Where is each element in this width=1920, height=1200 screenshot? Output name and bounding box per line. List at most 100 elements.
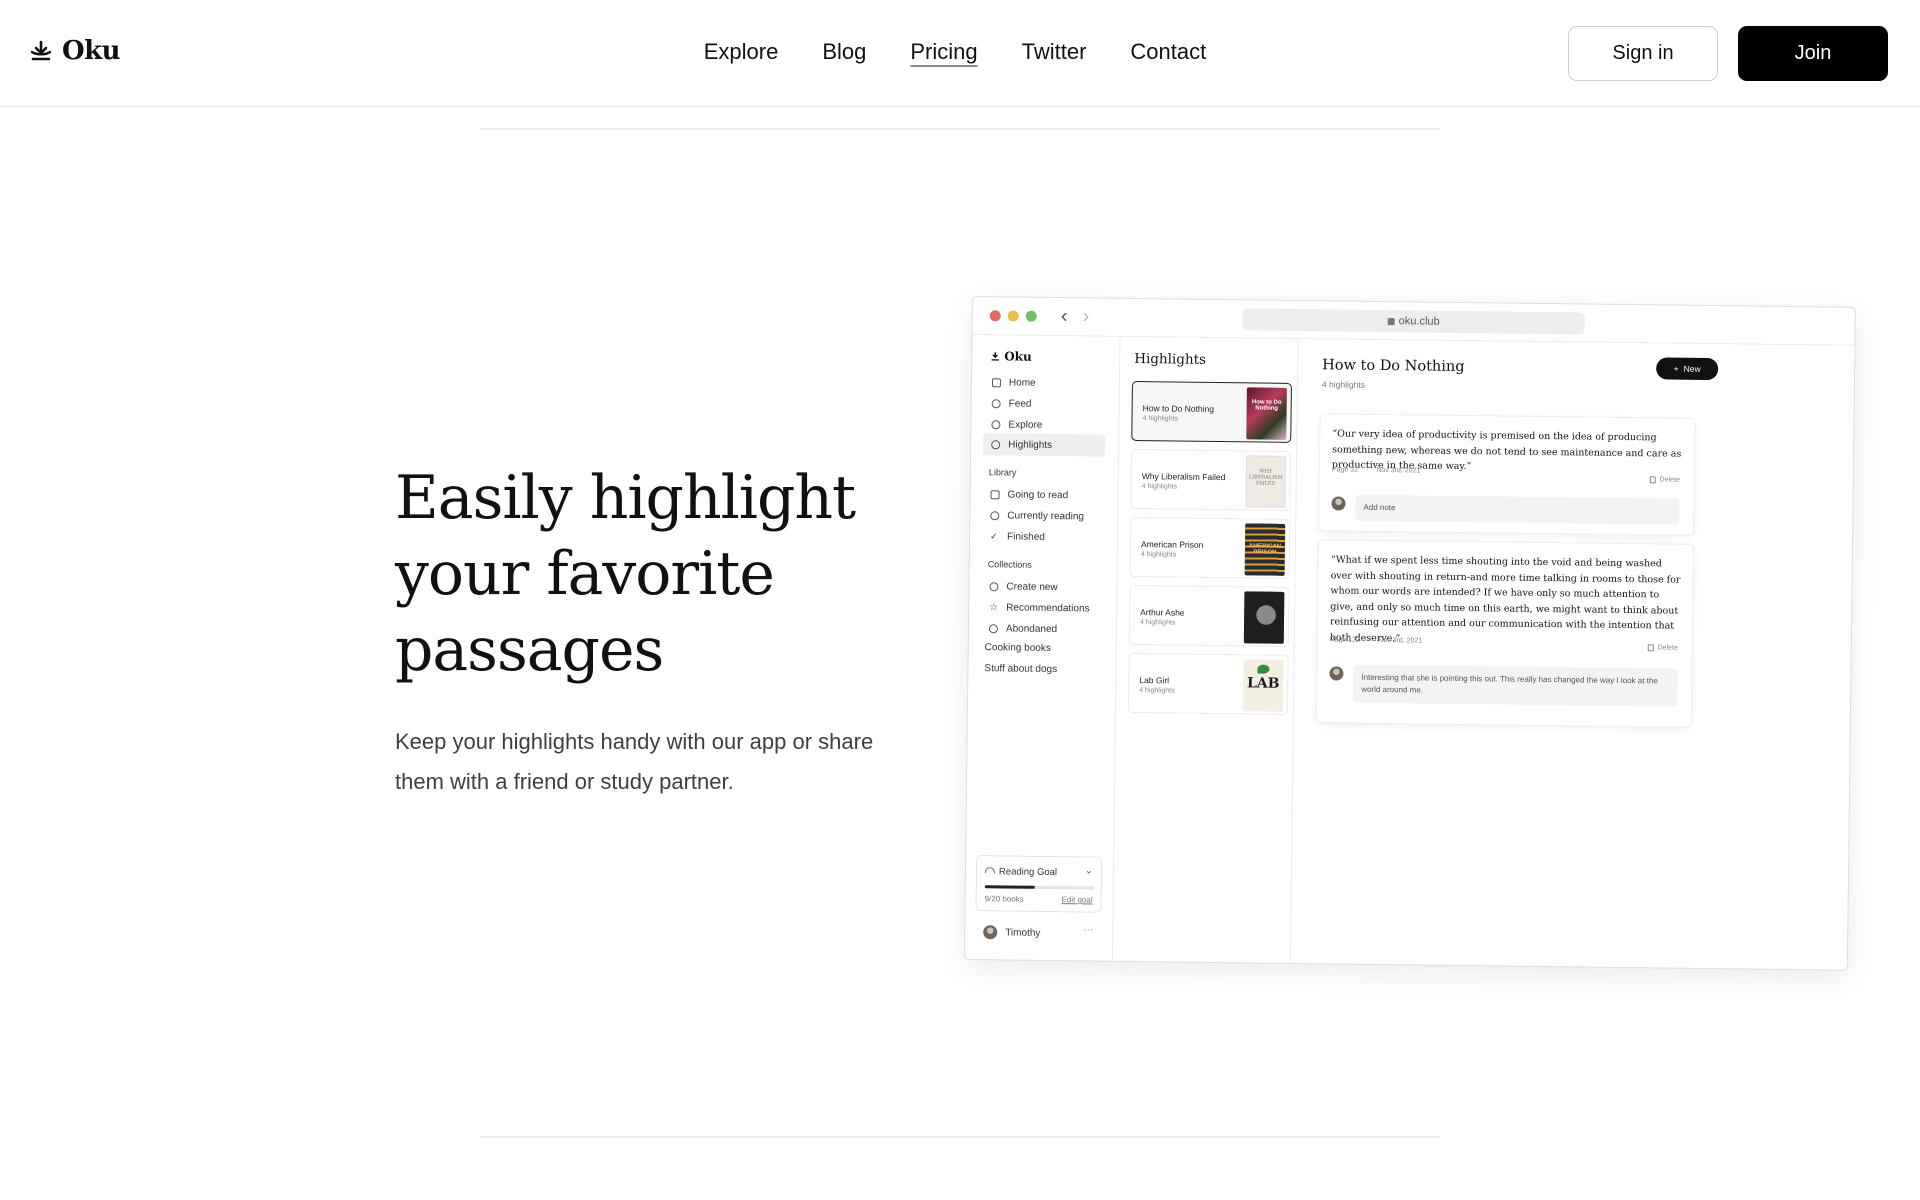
mock-nav-label: Explore: [1008, 418, 1043, 431]
mock-book-card: Why Liberalism Failed 4 highlights WHY L…: [1130, 448, 1292, 511]
mock-book-card: Arthur Ashe 4 highlights: [1128, 584, 1290, 647]
address-bar: oku.club: [1242, 308, 1585, 335]
nav-contact-link[interactable]: Contact: [1130, 38, 1206, 66]
bookmark-icon: [990, 489, 1000, 499]
book-cover-text: LAB: [1246, 675, 1280, 692]
book-title: How to Do Nothing: [1142, 403, 1215, 414]
mock-detail-title: How to Do Nothing: [1322, 357, 1465, 376]
nav-blog-link[interactable]: Blog: [822, 38, 866, 66]
mock-nav-label: Currently reading: [1007, 509, 1085, 522]
window-maximize-dot: [1025, 310, 1037, 322]
delete-label: Delete: [1657, 644, 1678, 652]
book-cover-text: AMERICAN PRISON: [1248, 543, 1282, 556]
mock-nav-label: Create new: [1006, 580, 1058, 593]
highlight-page: Page 122: [1329, 636, 1360, 644]
mock-collection-abondaned: Abondaned: [981, 617, 1103, 640]
star-icon: ☆: [989, 601, 999, 613]
mock-library-going-to-read: Going to read: [982, 483, 1104, 506]
mock-collection-recommendations: ☆ Recommendations: [981, 596, 1103, 619]
mock-book-card: Lab Girl 4 highlights LAB: [1127, 652, 1289, 715]
sun-icon: [991, 398, 1001, 408]
hero-title: Easily highlight your favorite passages: [395, 463, 856, 685]
highlight-note: Interesting that she is pointing this ou…: [1353, 664, 1678, 707]
check-icon: ✓: [990, 530, 998, 541]
mock-nav-label: Recommendations: [1006, 601, 1090, 614]
meta-separator: ·: [1367, 636, 1371, 644]
join-button[interactable]: Join: [1738, 26, 1888, 81]
nav-twitter-link[interactable]: Twitter: [1022, 38, 1087, 66]
back-arrow-icon: ‹: [1060, 305, 1068, 328]
mock-nav-label: Home: [1008, 376, 1036, 389]
reading-goal-progress-fill: [984, 885, 1035, 889]
lock-icon: [1387, 317, 1395, 325]
book-cover: AMERICAN PRISON: [1244, 523, 1286, 576]
forward-arrow-icon: ›: [1082, 305, 1090, 328]
book-highlight-count: 4 highlights: [1140, 551, 1177, 559]
section-divider-top: [480, 128, 1440, 130]
highlight-meta: Page 32 · Nov 3rd, 2021: [1332, 466, 1421, 474]
app-screenshot-mockup: ‹ › oku.club Oku Home Feed Explore Highl…: [963, 296, 1856, 971]
book-cover: How to Do Nothing: [1246, 387, 1287, 440]
highlight-meta: Page 122 · Nov 3rd, 2021: [1330, 636, 1422, 644]
highlight-delete: Delete: [1647, 644, 1678, 652]
mock-book-card: American Prison 4 highlights AMERICAN PR…: [1129, 516, 1291, 579]
gauge-icon: [984, 867, 996, 874]
reading-goal-count: 9/20 books: [984, 894, 1024, 904]
section-divider-bottom: [480, 1136, 1440, 1138]
mock-highlight-card: “What if we spent less time shouting int…: [1315, 539, 1695, 728]
mock-new-label: New: [1683, 363, 1701, 374]
plus-icon: [989, 581, 999, 591]
mock-detail-count: 4 highlights: [1321, 379, 1366, 390]
book-highlight-count: 4 highlights: [1139, 687, 1175, 695]
book-cover-text: How to Do Nothing: [1251, 399, 1282, 412]
mock-brand-name: Oku: [1004, 349, 1032, 364]
book-highlight-count: 4 highlights: [1141, 483, 1178, 491]
mock-collections-heading: Collections: [987, 559, 1032, 570]
nav-explore-link[interactable]: Explore: [704, 38, 779, 66]
search-icon: [991, 419, 1001, 429]
user-avatar: [983, 925, 998, 940]
mock-user-name: Timothy: [1005, 926, 1041, 939]
book-cover: LAB: [1242, 659, 1284, 712]
mock-collection-cooking-books: Cooking books: [984, 642, 1051, 654]
mock-logo: Oku: [990, 349, 1032, 364]
mock-user-row: Timothy: [983, 925, 1040, 940]
edit-goal-link: Edit goal: [1061, 895, 1093, 905]
delete-label: Delete: [1659, 476, 1680, 484]
user-avatar: [1331, 496, 1346, 511]
mock-nav-label: Feed: [1008, 397, 1032, 410]
nav-pricing-link[interactable]: Pricing: [910, 38, 977, 66]
mock-nav-feed: Feed: [984, 392, 1106, 415]
highlight-quote: “What if we spent less time shouting int…: [1329, 554, 1681, 644]
reading-goal-label: Reading Goal: [998, 866, 1058, 879]
address-bar-url: oku.club: [1398, 315, 1440, 328]
book-highlight-count: 4 highlights: [1139, 619, 1176, 627]
mock-book-card: How to Do Nothing 4 highlights How to Do…: [1131, 380, 1292, 443]
trash-icon: [1649, 476, 1656, 484]
eye-icon: [990, 510, 1000, 520]
book-title: Lab Girl: [1139, 675, 1170, 686]
highlight-delete: Delete: [1649, 476, 1680, 484]
mock-new-button: + New: [1656, 357, 1719, 381]
mock-collection-stuff-about-dogs: Stuff about dogs: [984, 663, 1058, 676]
reading-goal-progress-track: [984, 885, 1095, 890]
mock-nav-label: Going to read: [1007, 488, 1069, 501]
book-cover: WHY LIBERALISM FAILED: [1245, 455, 1287, 508]
mock-highlight-detail: How to Do Nothing 4 highlights + New “Ou…: [1291, 339, 1856, 971]
mock-nav-label: Highlights: [1008, 438, 1053, 451]
hero-subtitle: Keep your highlights handy with our app …: [395, 729, 874, 794]
mock-library-finished: ✓ Finished: [982, 525, 1104, 548]
mock-reading-goal-card: Reading Goal ⌄ 9/20 books Edit goal: [975, 855, 1103, 913]
highlight-date: Nov 3rd, 2021: [1378, 636, 1423, 645]
window-close-dot: [989, 310, 1001, 322]
top-navigation-bar: Oku Explore Blog Pricing Twitter Contact…: [0, 0, 1920, 107]
book-highlight-count: 4 highlights: [1142, 415, 1178, 423]
book-title: American Prison: [1140, 539, 1204, 550]
mock-nav-home: Home: [984, 371, 1106, 394]
highlight-page: Page 32: [1331, 466, 1359, 474]
meta-separator: ·: [1365, 466, 1369, 474]
window-minimize-dot: [1007, 310, 1019, 322]
mock-library-heading: Library: [988, 467, 1017, 478]
sign-in-button[interactable]: Sign in: [1568, 26, 1718, 81]
mock-collection-create-new: Create new: [981, 575, 1103, 598]
